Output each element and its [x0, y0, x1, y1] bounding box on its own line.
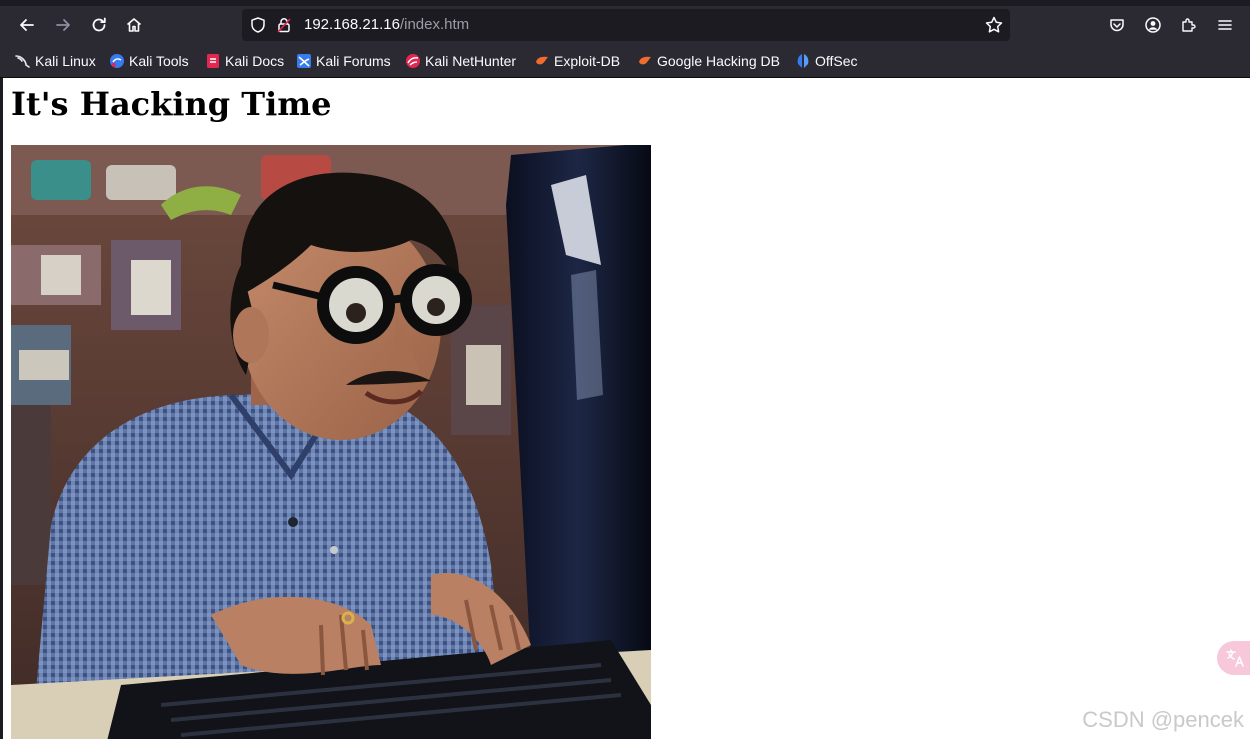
reload-button[interactable] — [85, 11, 113, 39]
bookmark-offsec[interactable]: OffSec — [795, 51, 858, 71]
extensions-button[interactable] — [1175, 11, 1203, 39]
account-button[interactable] — [1139, 11, 1167, 39]
bookmark-label: OffSec — [815, 53, 858, 69]
bookmark-kali-linux[interactable]: Kali Linux — [15, 51, 96, 71]
offsec-icon — [797, 54, 809, 68]
url-host: 192.168.21.16 — [304, 16, 400, 33]
navigation-toolbar: 192.168.21.16/index.htm — [0, 6, 1250, 44]
bookmark-label: Kali Linux — [35, 53, 96, 69]
pocket-icon — [1110, 19, 1124, 32]
kali-tools-icon — [110, 54, 124, 68]
bookmark-kali-tools[interactable]: Kali Tools — [109, 51, 189, 71]
bookmark-exploit-db[interactable]: Exploit-DB — [534, 51, 620, 71]
bookmarks-toolbar: Kali Linux Kali Tools Kali Docs Kali For… — [0, 44, 1250, 78]
tracking-protection-icon[interactable] — [249, 16, 267, 34]
account-icon — [1145, 17, 1161, 33]
back-arrow-icon — [20, 19, 34, 31]
reload-icon — [92, 17, 106, 32]
exploit-db-icon — [536, 56, 548, 65]
forward-button[interactable] — [49, 11, 77, 39]
translate-button[interactable] — [1217, 641, 1250, 675]
bookmark-label: Kali NetHunter — [425, 53, 517, 69]
kali-dragon-icon — [15, 55, 30, 68]
menu-button[interactable] — [1211, 11, 1239, 39]
bookmark-kali-docs[interactable]: Kali Docs — [205, 51, 284, 71]
bookmark-kali-nethunter[interactable]: Kali NetHunter — [405, 51, 516, 71]
bookmark-label: Kali Tools — [129, 53, 189, 69]
page-title: It's Hacking Time — [11, 85, 332, 123]
bookmark-label: Kali Forums — [316, 53, 391, 69]
kali-forums-icon — [297, 54, 311, 68]
hacking-gif-image — [11, 145, 651, 739]
url-text[interactable]: 192.168.21.16/index.htm — [304, 16, 469, 34]
url-path: /index.htm — [399, 16, 470, 33]
bookmark-star-icon[interactable] — [984, 15, 1004, 35]
bookmark-label: Google Hacking DB — [657, 53, 780, 69]
bookmark-google-hacking-db[interactable]: Google Hacking DB — [637, 51, 780, 71]
back-button[interactable] — [13, 11, 41, 39]
home-button[interactable] — [120, 11, 148, 39]
page-viewport: It's Hacking Time CSDN @pencek — [3, 78, 1250, 739]
kali-nethunter-icon — [406, 54, 420, 68]
browser-window: 192.168.21.16/index.htm Kali Linux Kali … — [0, 0, 1250, 739]
translate-icon — [1226, 649, 1244, 667]
pocket-button[interactable] — [1103, 11, 1131, 39]
bookmark-label: Exploit-DB — [554, 53, 621, 69]
extensions-icon — [1182, 18, 1196, 32]
url-bar[interactable]: 192.168.21.16/index.htm — [242, 9, 1010, 41]
bookmark-label: Kali Docs — [225, 53, 285, 69]
bookmark-kali-forums[interactable]: Kali Forums — [296, 51, 391, 71]
ghdb-icon — [639, 56, 651, 65]
home-icon — [126, 18, 142, 32]
menu-icon — [1218, 20, 1232, 30]
kali-docs-icon — [207, 54, 219, 68]
insecure-lock-icon[interactable] — [275, 16, 293, 34]
forward-arrow-icon — [56, 19, 70, 31]
watermark: CSDN @pencek — [1082, 707, 1244, 732]
